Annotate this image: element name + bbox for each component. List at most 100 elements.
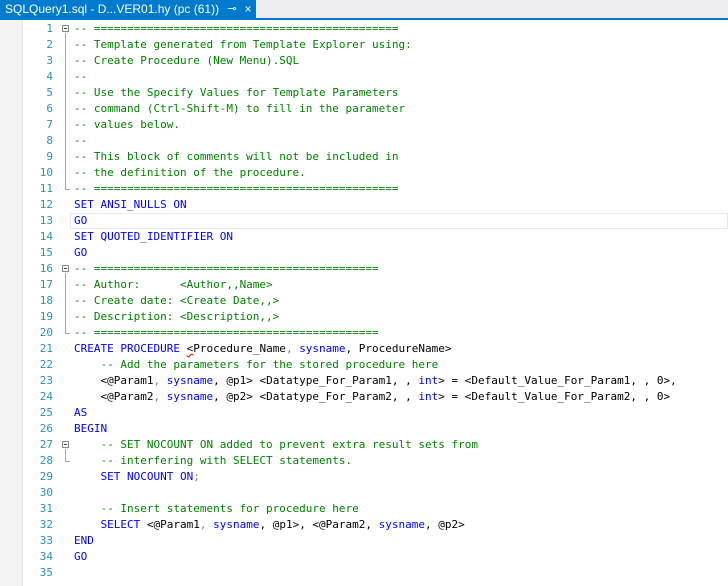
code-token: GO xyxy=(74,246,88,259)
code-token: -- interfering with SELECT statements. xyxy=(74,454,353,467)
line-number: 15 xyxy=(39,246,53,259)
code-line[interactable]: 20 -- ===================================… xyxy=(0,325,728,341)
code-line[interactable]: 11 -- ===================================… xyxy=(0,181,728,197)
code-token: -- Insert statements for procedure here xyxy=(74,502,359,515)
code-token: int xyxy=(418,390,439,403)
collapse-region-icon[interactable] xyxy=(62,25,69,32)
code-line[interactable]: 5 -- Use the Specify Values for Template … xyxy=(0,85,728,101)
code-line[interactable]: 9 -- This block of comments will not be i… xyxy=(0,149,728,165)
code-token: BEGIN xyxy=(74,422,108,435)
code-text: -- Use the Specify Values for Template P… xyxy=(74,85,399,101)
code-token: , xyxy=(199,518,214,531)
code-line[interactable]: 13 GO xyxy=(0,213,728,229)
line-number: 2 xyxy=(46,38,53,51)
code-line[interactable]: 12 SET ANSI_NULLS ON xyxy=(0,197,728,213)
outline-guide xyxy=(65,273,66,333)
code-text: -- SET NOCOUNT ON added to prevent extra… xyxy=(74,437,478,453)
code-token: Procedure_Name xyxy=(193,342,286,355)
code-token: -- xyxy=(74,70,88,83)
code-text: END xyxy=(74,533,94,549)
code-line[interactable]: 15 GO xyxy=(0,245,728,261)
code-text: GO xyxy=(74,549,87,565)
collapse-region-icon[interactable] xyxy=(62,441,69,448)
code-line[interactable]: 6 -- command (Ctrl-Shift-M) to fill in th… xyxy=(0,101,728,117)
code-line[interactable]: 26 BEGIN xyxy=(0,421,728,437)
code-token: <@Param2 xyxy=(74,390,154,403)
code-text: -- Add the parameters for the stored pro… xyxy=(74,357,438,373)
code-text: -- Author: <Author,,Name> xyxy=(74,277,273,293)
line-number: 24 xyxy=(39,390,53,403)
code-text: -- =====================================… xyxy=(74,181,399,197)
tab-title: SQLQuery1.sql - D...VER01.hy (pc (61)) xyxy=(5,2,220,16)
line-number: 19 xyxy=(39,310,53,323)
code-token: , @p1>, <@Param2, xyxy=(259,518,379,531)
code-line[interactable]: 29 SET NOCOUNT ON; xyxy=(0,469,728,485)
line-number: 25 xyxy=(39,406,53,419)
code-line[interactable]: 31 -- Insert statements for procedure he… xyxy=(0,501,728,517)
code-token: <@Param1 xyxy=(74,374,154,387)
document-tab[interactable]: SQLQuery1.sql - D...VER01.hy (pc (61)) ⊸… xyxy=(0,0,256,18)
code-line[interactable]: 25 AS xyxy=(0,405,728,421)
code-token: AS xyxy=(74,406,88,419)
code-line[interactable]: 18 -- Create date: <Create Date,,> xyxy=(0,293,728,309)
code-token: , xyxy=(285,342,300,355)
line-number: 29 xyxy=(39,470,53,483)
code-line[interactable]: 2 -- Template generated from Template Exp… xyxy=(0,37,728,53)
code-line[interactable]: 10 -- the definition of the procedure. xyxy=(0,165,728,181)
code-line[interactable]: 19 -- Description: <Description,,> xyxy=(0,309,728,325)
code-text: -- values below. xyxy=(74,117,180,133)
code-line[interactable]: 32 SELECT <@Param1, sysname, @p1>, <@Par… xyxy=(0,517,728,533)
code-text: -- This block of comments will not be in… xyxy=(74,149,399,165)
code-line[interactable]: 7 -- values below. xyxy=(0,117,728,133)
code-line[interactable]: 24 <@Param2, sysname, @p2> <Datatype_For… xyxy=(0,389,728,405)
code-text: BEGIN xyxy=(74,421,107,437)
line-number: 17 xyxy=(39,278,53,291)
code-line[interactable]: 17 -- Author: <Author,,Name> xyxy=(0,277,728,293)
code-line[interactable]: 1 -- ====================================… xyxy=(0,21,728,37)
line-number: 31 xyxy=(39,502,53,515)
code-text: SET NOCOUNT ON; xyxy=(74,469,200,485)
code-line[interactable]: 30 xyxy=(0,485,728,501)
code-line[interactable]: 16 -- ===================================… xyxy=(0,261,728,277)
code-line[interactable]: 28 -- interfering with SELECT statements… xyxy=(0,453,728,469)
code-text: <@Param2, sysname, @p2> <Datatype_For_Pa… xyxy=(74,389,670,405)
code-line[interactable]: 34 GO xyxy=(0,549,728,565)
code-text: -- the definition of the procedure. xyxy=(74,165,306,181)
line-number: 6 xyxy=(46,102,53,115)
code-token: SELECT xyxy=(74,518,147,531)
code-token: -- Add the parameters for the stored pro… xyxy=(74,358,439,371)
code-line[interactable]: 3 -- Create Procedure (New Menu).SQL xyxy=(0,53,728,69)
code-token: -- xyxy=(74,134,88,147)
code-token: -- =====================================… xyxy=(74,262,379,275)
code-token: SET QUOTED_IDENTIFIER ON xyxy=(74,230,233,243)
code-line[interactable]: 22 -- Add the parameters for the stored … xyxy=(0,357,728,373)
close-tab-icon[interactable]: × xyxy=(242,0,254,18)
code-token: -- =====================================… xyxy=(74,22,399,35)
code-line[interactable]: 35 xyxy=(0,565,728,581)
sql-editor[interactable]: 1 -- ====================================… xyxy=(0,21,728,586)
code-line[interactable]: 8 -- xyxy=(0,133,728,149)
collapse-region-icon[interactable] xyxy=(62,265,69,272)
code-line[interactable]: 23 <@Param1, sysname, @p1> <Datatype_For… xyxy=(0,373,728,389)
pin-icon[interactable]: ⊸ xyxy=(226,0,238,18)
code-token: -- the definition of the procedure. xyxy=(74,166,306,179)
line-number: 7 xyxy=(46,118,53,131)
code-line[interactable]: 21 CREATE PROCEDURE <Procedure_Name, sysn… xyxy=(0,341,728,357)
line-number: 26 xyxy=(39,422,53,435)
code-line[interactable]: 4 -- xyxy=(0,69,728,85)
line-number: 34 xyxy=(39,550,53,563)
code-token: -- =====================================… xyxy=(74,182,399,195)
line-number: 27 xyxy=(39,438,53,451)
code-token: -- This block of comments will not be in… xyxy=(74,150,399,163)
code-token: GO xyxy=(74,214,88,227)
code-token: ; xyxy=(193,470,200,483)
code-line[interactable]: 27 -- SET NOCOUNT ON added to prevent ex… xyxy=(0,437,728,453)
line-number: 32 xyxy=(39,518,53,531)
code-token: GO xyxy=(74,550,88,563)
code-text: -- xyxy=(74,69,87,85)
line-number: 11 xyxy=(39,182,53,195)
document-tab-strip: SQLQuery1.sql - D...VER01.hy (pc (61)) ⊸… xyxy=(0,0,728,20)
code-line[interactable]: 14 SET QUOTED_IDENTIFIER ON xyxy=(0,229,728,245)
code-token: -- =====================================… xyxy=(74,326,379,339)
code-line[interactable]: 33 END xyxy=(0,533,728,549)
